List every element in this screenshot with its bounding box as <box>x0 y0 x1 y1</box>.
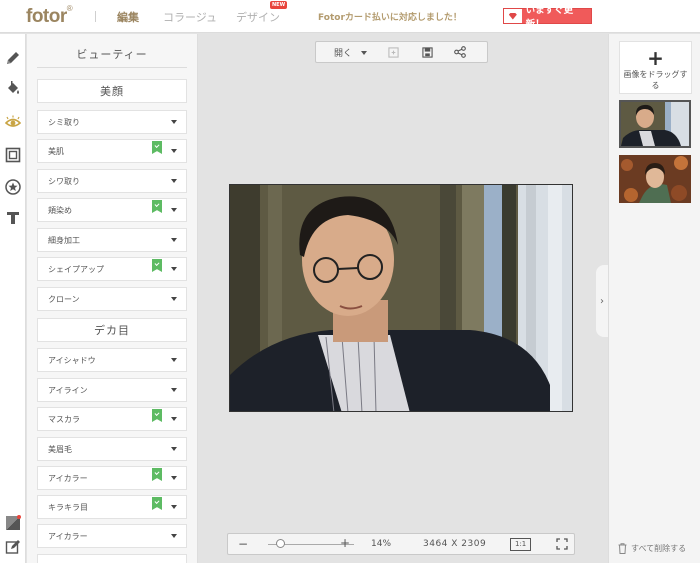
crop-corner-icon[interactable] <box>4 514 22 532</box>
premium-badge-icon <box>152 141 162 154</box>
update-now-label: いますぐ更新！ <box>525 5 574 30</box>
chevron-down-icon <box>171 149 177 153</box>
chevron-down-icon <box>171 208 177 212</box>
chevron-down-icon <box>171 476 177 480</box>
image-library-panel: + 画像をドラッグする すべて削除する <box>608 34 700 563</box>
panel-divider <box>37 67 187 68</box>
beauty-item-label: 美眉毛 <box>48 444 72 454</box>
beauty-item-label: 頬染め <box>48 205 72 215</box>
premium-badge-icon <box>152 468 162 481</box>
collapse-panel-toggle[interactable]: › <box>596 265 608 337</box>
zoom-in-button[interactable]: + <box>340 536 350 550</box>
beauty-item-partial[interactable] <box>37 554 187 563</box>
zoom-percent: 14% <box>371 539 392 549</box>
save-icon[interactable] <box>420 45 434 59</box>
beauty-item-label: キラキラ目 <box>48 502 88 512</box>
text-icon[interactable] <box>4 209 22 227</box>
beauty-item[interactable]: キラキラ目 <box>37 495 187 519</box>
promo-link[interactable]: Fotorカード払いに対応しました！ <box>318 10 462 23</box>
beauty-item[interactable]: アイシャドウ <box>37 348 187 372</box>
beauty-item[interactable]: マスカラ <box>37 407 187 431</box>
chevron-down-icon <box>171 179 177 183</box>
zoom-slider-handle[interactable] <box>276 539 286 548</box>
beauty-item[interactable]: アイカラー <box>37 524 187 548</box>
header-divider <box>95 11 96 22</box>
beauty-item-label: 美肌 <box>48 146 64 156</box>
tool-strip <box>0 34 26 563</box>
gem-icon <box>504 9 522 23</box>
new-badge: NEW <box>270 1 288 9</box>
nav-edit[interactable]: 編集 <box>117 9 139 25</box>
edited-photo[interactable] <box>229 184 573 412</box>
beauty-panel: ビューティー 美顔 シミ取り 美肌 シワ取り 頬染め 細身加工 シェイプアップ … <box>27 34 198 563</box>
panel-title: ビューティー <box>76 48 148 61</box>
premium-badge-icon <box>152 497 162 510</box>
premium-badge-icon <box>152 409 162 422</box>
beauty-item[interactable]: 美肌 <box>37 139 187 163</box>
canvas-toolbar: 開く <box>315 41 488 63</box>
beauty-item[interactable]: シミ取り <box>37 110 187 134</box>
beauty-item-label: 細身加工 <box>48 235 80 245</box>
beauty-item-label: アイライン <box>48 385 88 395</box>
actual-size-button[interactable]: 1:1 <box>510 538 532 551</box>
premium-badge-icon <box>152 200 162 213</box>
beauty-item[interactable]: シワ取り <box>37 169 187 193</box>
chevron-down-icon <box>171 120 177 124</box>
beauty-item[interactable]: クローン <box>37 287 187 311</box>
section-header-face[interactable]: 美顔 <box>37 79 187 103</box>
image-thumbnail-selected[interactable] <box>619 100 691 148</box>
chevron-down-icon <box>171 297 177 301</box>
sticker-icon[interactable] <box>4 178 22 196</box>
nav-collage[interactable]: コラージュ <box>163 9 217 25</box>
chevron-down-icon <box>361 51 367 55</box>
image-thumbnail[interactable] <box>619 155 691 203</box>
chevron-down-icon <box>171 505 177 509</box>
beauty-item-label: アイカラー <box>48 473 88 483</box>
chevron-down-icon <box>171 358 177 362</box>
edit-note-icon[interactable] <box>4 538 22 556</box>
chevron-down-icon <box>171 238 177 242</box>
delete-all-label: すべて削除する <box>631 544 687 553</box>
delete-all-button[interactable]: すべて削除する <box>618 543 686 554</box>
beauty-item-label: シェイプアップ <box>48 264 104 274</box>
beauty-item[interactable]: アイライン <box>37 378 187 402</box>
image-dimensions: 3464 X 2309 <box>423 539 487 549</box>
dropzone-label: 画像をドラッグする <box>623 70 688 90</box>
section-header-eyes[interactable]: デカ目 <box>37 318 187 342</box>
update-now-button[interactable]: いますぐ更新！ <box>503 5 592 30</box>
beauty-item-label: アイカラー <box>48 531 88 541</box>
trash-icon <box>618 543 627 554</box>
beauty-item[interactable]: 美眉毛 <box>37 437 187 461</box>
beauty-item[interactable]: シェイプアップ <box>37 257 187 281</box>
chevron-down-icon <box>171 267 177 271</box>
beauty-item-label: マスカラ <box>48 414 80 424</box>
fullscreen-icon[interactable] <box>556 538 568 550</box>
beauty-item-label: アイシャドウ <box>48 355 96 365</box>
zoom-out-button[interactable]: − <box>238 537 248 551</box>
top-bar: fotor® 編集 コラージュ デザイン NEW Fotorカード払いに対応しま… <box>0 0 700 33</box>
add-image-dropzone[interactable]: + 画像をドラッグする <box>619 41 692 94</box>
frame-icon[interactable] <box>4 146 22 164</box>
chevron-down-icon <box>171 534 177 538</box>
plus-icon: + <box>647 46 664 70</box>
beauty-item-label: シワ取り <box>48 176 80 186</box>
chevron-down-icon <box>171 388 177 392</box>
pencil-icon[interactable] <box>4 49 22 67</box>
beauty-item[interactable]: 頬染め <box>37 198 187 222</box>
beauty-item-label: シミ取り <box>48 117 80 127</box>
open-menu-button[interactable]: 開く <box>334 46 352 59</box>
fotor-logo[interactable]: fotor® <box>26 4 73 28</box>
paint-bucket-icon[interactable] <box>4 80 22 98</box>
beauty-item[interactable]: 細身加工 <box>37 228 187 252</box>
beauty-item[interactable]: アイカラー <box>37 466 187 490</box>
premium-badge-icon <box>152 259 162 272</box>
chevron-down-icon <box>171 417 177 421</box>
compare-icon[interactable] <box>386 45 400 59</box>
share-icon[interactable] <box>453 45 467 59</box>
eye-icon[interactable] <box>4 114 22 132</box>
chevron-down-icon <box>171 447 177 451</box>
nav-design[interactable]: デザイン <box>236 9 280 25</box>
zoom-bar: − + 14% 3464 X 2309 1:1 <box>227 533 575 555</box>
beauty-item-label: クローン <box>48 294 80 304</box>
